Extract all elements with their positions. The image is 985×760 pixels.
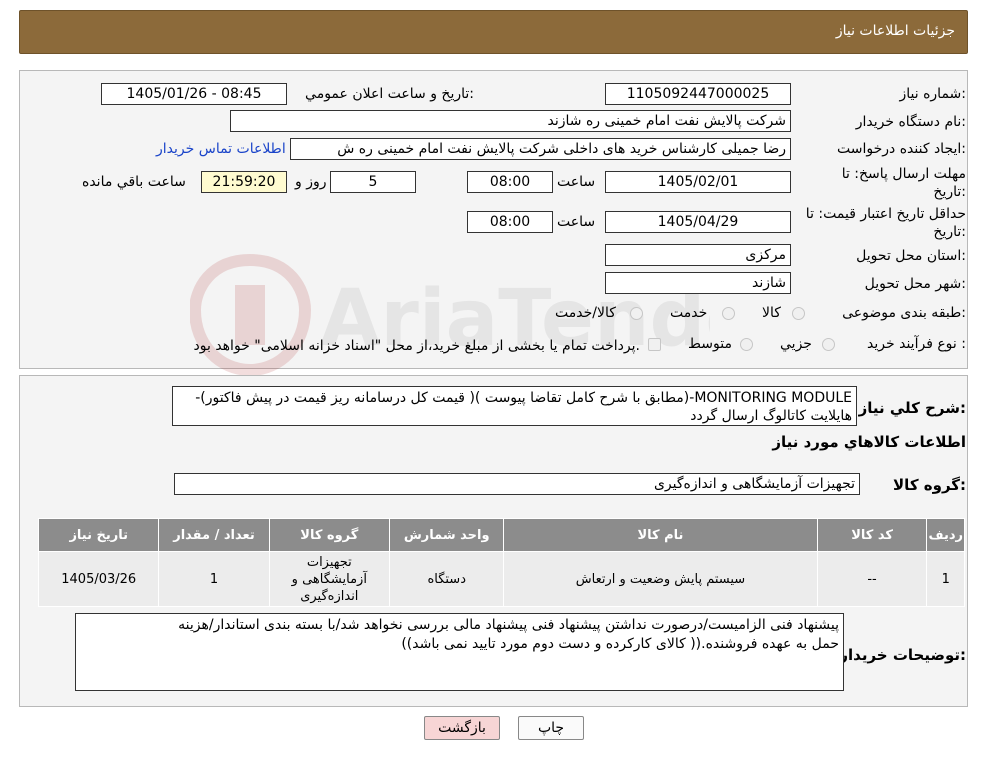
deadline-label-1: مهلت ارسال پاسخ: تا	[841, 166, 966, 182]
category-radio-goods[interactable]	[792, 307, 805, 320]
category-option-service: خدمت	[670, 305, 708, 321]
back-button[interactable]: بازگشت	[424, 716, 500, 740]
deadline-time-field: 08:00	[467, 171, 553, 193]
col-group: گروه کالا	[268, 518, 391, 552]
city-label: شهر محل تحويل:	[864, 276, 966, 292]
days-label: روز و	[295, 174, 327, 190]
validity-date-field: 1405/04/29	[605, 211, 791, 233]
deadline-label-2: تاریخ:	[933, 184, 966, 200]
col-need-date: تاريخ نياز	[37, 518, 160, 552]
validity-label-2: تاريخ:	[933, 224, 966, 240]
print-button[interactable]: چاپ	[518, 716, 584, 740]
col-row-number: رديف	[926, 518, 965, 552]
creator-field: رضا جمیلی کارشناس خرید های داخلی شرکت پا…	[290, 138, 791, 160]
province-label: استان محل تحويل:	[856, 248, 966, 264]
contact-buyer-link[interactable]: اطلاعات تماس خریدار	[156, 141, 286, 157]
page-title: جزئیات اطلاعات نیاز	[835, 23, 955, 39]
remaining-label: ساعت باقي مانده	[82, 174, 186, 190]
summary-box: MONITORING MODULE-(مطابق با شرح کامل تقا…	[172, 386, 857, 426]
table-row: 1 -- سیستم پایش وضعیت و ارتعاش دستگاه تج…	[37, 551, 965, 607]
summary-line-2: هایلایت کاتالوگ ارسال گردد	[690, 408, 852, 424]
days-field: 5	[330, 171, 416, 193]
category-option-goods-service: کالا/خدمت	[555, 305, 616, 321]
group-label: گروه کالا:	[893, 476, 966, 494]
need-number-field: 1105092447000025	[605, 83, 791, 105]
cell-item-name: سیستم پایش وضعیت و ارتعاش	[503, 551, 818, 607]
cell-quantity: 1	[158, 551, 270, 607]
validity-label-1: حداقل تاريخ اعتبار قيمت: تا	[805, 206, 966, 222]
purchase-type-label: نوع فرآيند خريد :	[867, 336, 966, 352]
items-section-title: اطلاعات کالاهاي مورد نياز	[772, 433, 966, 451]
col-item-name: نام کالا	[503, 518, 818, 552]
category-label: طبقه بندی موضوعی:	[842, 305, 966, 321]
deadline-time-label: ساعت	[557, 174, 596, 190]
buyer-org-field: شرکت پالایش نفت امام خمینی ره شازند	[230, 110, 791, 132]
purchase-note: پرداخت تمام یا بخشی از مبلغ خرید،از محل …	[193, 338, 640, 354]
summary-line-1: MONITORING MODULE-(مطابق با شرح کامل تقا…	[195, 390, 852, 406]
purchase-option-medium: متوسط	[688, 336, 732, 352]
col-item-code: کد کالا	[816, 518, 928, 552]
summary-label: شرح كلي نياز:	[858, 399, 966, 417]
announce-field: 1405/01/26 - 08:45	[101, 83, 287, 105]
remaining-time-field: 21:59:20	[201, 171, 287, 193]
need-number-label: شماره نیاز:	[899, 86, 966, 102]
cell-row-number: 1	[926, 551, 965, 607]
col-quantity: تعداد / مقدار	[158, 518, 270, 552]
items-table: رديف کد کالا نام کالا واحد شمارش گروه کا…	[37, 518, 965, 607]
col-unit: واحد شمارش	[389, 518, 505, 552]
buyer-notes-label: توضيحات خريدار:	[839, 646, 966, 664]
validity-time-field: 08:00	[467, 211, 553, 233]
category-radio-service[interactable]	[722, 307, 735, 320]
table-header-row: رديف کد کالا نام کالا واحد شمارش گروه کا…	[37, 518, 965, 552]
city-field: شازند	[605, 272, 791, 294]
cell-item-code: --	[816, 551, 928, 607]
cell-unit: دستگاه	[389, 551, 505, 607]
page-header: جزئیات اطلاعات نیاز	[19, 10, 968, 54]
purchase-option-small: جزيي	[780, 336, 812, 352]
province-field: مرکزی	[605, 244, 791, 266]
validity-time-label: ساعت	[557, 214, 596, 230]
category-radio-goods-service[interactable]	[630, 307, 643, 320]
announce-label: تاریخ و ساعت اعلان عمومي:	[305, 86, 474, 102]
creator-label: ايجاد کننده درخواست:	[837, 141, 966, 157]
purchase-radio-medium[interactable]	[740, 338, 753, 351]
buyer-notes-line-2: حمل به عهده فروشنده.(( کالای کارکرده و د…	[401, 636, 839, 652]
buyer-org-label: نام دستگاه خريدار:	[855, 114, 966, 130]
group-field: تجهیزات آزمایشگاهی و اندازه‌گیری	[174, 473, 860, 495]
buyer-notes-box: پیشنهاد فنی الزامیست/درصورت نداشتن پیشنه…	[75, 613, 844, 691]
purchase-checkbox-treasury[interactable]	[648, 338, 661, 351]
cell-need-date: 1405/03/26	[37, 551, 160, 607]
buyer-notes-line-1: پیشنهاد فنی الزامیست/درصورت نداشتن پیشنه…	[178, 617, 839, 633]
deadline-date-field: 1405/02/01	[605, 171, 791, 193]
purchase-radio-small[interactable]	[822, 338, 835, 351]
category-option-goods: کالا	[762, 305, 781, 321]
cell-group: تجهیزات آزمایشگاهی و اندازه‌گیری	[268, 551, 391, 607]
